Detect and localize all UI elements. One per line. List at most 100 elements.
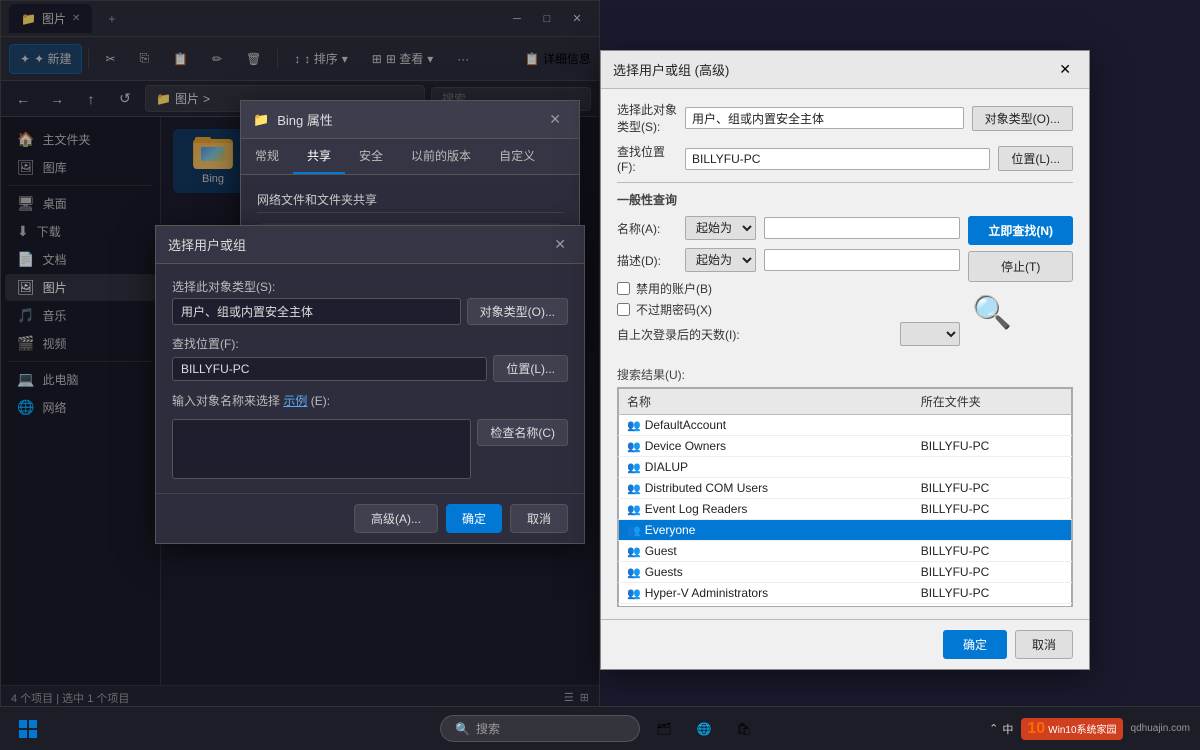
taskbar-browser-icon[interactable]: 🌐 [688,713,720,745]
name-input[interactable] [172,419,471,479]
table-row[interactable]: 👥Device OwnersBILLYFU-PC [619,436,1072,457]
refresh-button[interactable]: ↺ [111,85,139,113]
result-icon: 👥 [627,441,641,453]
adv-desc-condition[interactable]: 起始为 [685,248,756,272]
result-location-cell: BILLYFU-PC [913,562,1072,583]
adv-days-row: 自上次登录后的天数(I): [617,322,960,346]
more-button[interactable]: ··· [447,44,479,74]
bing-dialog-title: 📁 Bing 属性 ✕ [241,101,579,139]
up-button[interactable]: ↑ [77,85,105,113]
rename-button[interactable]: ✏ [202,44,232,74]
select-user-close[interactable]: ✕ [548,234,572,255]
grid-view-btn[interactable]: ⊞ [580,691,589,704]
adv-object-type-input[interactable] [685,107,964,129]
sidebar-item-network[interactable]: 🌐 网络 [5,394,156,421]
tab-previous[interactable]: 以前的版本 [397,139,485,174]
table-row[interactable]: 👥GuestsBILLYFU-PC [619,562,1072,583]
tab-security[interactable]: 安全 [345,139,397,174]
taskbar-files-icon[interactable]: 🗂 [648,713,680,745]
adv-location-button[interactable]: 位置(L)... [998,146,1073,171]
back-button[interactable]: ← [9,85,37,113]
disabled-checkbox[interactable] [617,282,630,295]
result-name-cell: 👥DIALUP [619,457,913,478]
general-query-title: 一般性查询 [617,191,1073,208]
example-link[interactable]: 示例 [283,394,307,408]
sidebar-item-downloads[interactable]: ⬇ 下载 [5,218,156,245]
stop-button[interactable]: 停止(T) [968,251,1073,282]
table-row[interactable]: 👥Everyone [619,520,1072,541]
select-user-ok[interactable]: 确定 [446,504,502,533]
advanced-button[interactable]: 高级(A)... [354,504,438,533]
cut-button[interactable]: ✂ [95,44,125,74]
taskbar-store-icon[interactable]: 🛍 [728,713,760,745]
sidebar-item-gallery[interactable]: 🖼 图库 [5,154,156,181]
sort-button[interactable]: ↕ ↕ 排序 ▾ [284,44,357,74]
table-row[interactable]: 👥Event Log ReadersBILLYFU-PC [619,499,1072,520]
sidebar-item-home[interactable]: 🏠 主文件夹 [5,126,156,153]
paste-button[interactable]: 📋 [163,44,198,74]
tab-general[interactable]: 常规 [241,139,293,174]
delete-button[interactable]: 🗑 [236,44,271,74]
search-animation: 🔍 [968,288,1016,336]
adv-desc-input[interactable] [764,249,960,271]
bing-dialog-close[interactable]: ✕ [543,109,567,130]
advanced-dialog-title: 选择用户或组 (高级) ✕ [601,51,1089,89]
close-button[interactable]: ✕ [563,8,591,30]
object-type-button[interactable]: 对象类型(O)... [467,298,568,325]
results-scroll[interactable]: 名称 所在文件夹 👥DefaultAccount👥Device OwnersBI… [617,387,1073,607]
table-row[interactable]: 👥DefaultAccount [619,415,1072,436]
view-button[interactable]: ⊞ ⊞ 查看 ▾ [362,44,443,74]
sidebar-item-music[interactable]: 🎵 音乐 [5,302,156,329]
tab-close-icon[interactable]: ✕ [72,13,80,24]
table-row[interactable]: 👥DIALUP [619,457,1072,478]
select-user-title: 选择用户或组 ✕ [156,226,584,264]
adv-days-select[interactable] [900,322,960,346]
sidebar-item-pictures[interactable]: 🖼 图片 [5,274,156,301]
adv-location-row: 查找位置(F): 位置(L)... [617,143,1073,174]
maximize-button[interactable]: □ [533,8,561,30]
adv-nonexpiring-check[interactable]: 不过期密码(X) [617,301,960,318]
copy-button[interactable]: ⎘ [130,44,160,74]
table-row[interactable]: 👥IIS_IUSRSBILLYFU-PC [619,604,1072,608]
adv-name-input[interactable] [764,217,960,239]
result-location-cell: BILLYFU-PC [913,541,1072,562]
result-name-cell: 👥Event Log Readers [619,499,913,520]
check-names-button[interactable]: 检查名称(C) [477,419,568,446]
sidebar-item-this-pc[interactable]: 💻 此电脑 [5,366,156,393]
location-button[interactable]: 位置(L)... [493,355,568,382]
search-now-button[interactable]: 立即查找(N) [968,216,1073,245]
result-location-cell: BILLYFU-PC [913,583,1072,604]
sidebar-item-documents[interactable]: 📄 文档 [5,246,156,273]
adv-disabled-check[interactable]: 禁用的账户(B) [617,280,960,297]
sidebar-item-desktop[interactable]: 🖥 桌面 [5,190,156,217]
adv-search-area: 名称(A): 起始为 描述(D): 起始为 禁用的账户(B) [617,216,1073,354]
new-button[interactable]: ✦ ✦ 新建 [9,44,82,74]
advanced-ok-button[interactable]: 确定 [943,630,1007,659]
taskbar-search[interactable]: 🔍 搜索 [440,715,640,742]
advanced-cancel-button[interactable]: 取消 [1015,630,1073,659]
forward-button[interactable]: → [43,85,71,113]
minimize-button[interactable]: ─ [503,8,531,30]
adv-location-input[interactable] [685,148,990,170]
table-row[interactable]: 👥Distributed COM UsersBILLYFU-PC [619,478,1072,499]
advanced-close-button[interactable]: ✕ [1053,59,1077,80]
tab-custom[interactable]: 自定义 [485,139,549,174]
home-icon: 🏠 [17,131,34,148]
list-view-btn[interactable]: ☰ [564,691,574,704]
result-icon: 👥 [627,567,641,579]
adv-location-label: 查找位置(F): [617,143,677,174]
new-tab-btn[interactable]: + [100,12,123,26]
tab-share[interactable]: 共享 [293,139,345,174]
address-icon: 📁 [156,92,171,106]
explorer-tab[interactable]: 📁 图片 ✕ [9,4,92,33]
detail-view-btn[interactable]: 📋 详细信息 [525,50,591,67]
select-user-cancel[interactable]: 取消 [510,504,568,533]
desktop-icon: 🖥 [17,195,35,212]
table-row[interactable]: 👥Hyper-V AdministratorsBILLYFU-PC [619,583,1072,604]
nonexpiring-checkbox[interactable] [617,303,630,316]
adv-name-condition[interactable]: 起始为 [685,216,756,240]
table-row[interactable]: 👥GuestBILLYFU-PC [619,541,1072,562]
start-button[interactable] [10,711,46,747]
sidebar-item-videos[interactable]: 🎬 视频 [5,330,156,357]
adv-object-type-button[interactable]: 对象类型(O)... [972,106,1073,131]
